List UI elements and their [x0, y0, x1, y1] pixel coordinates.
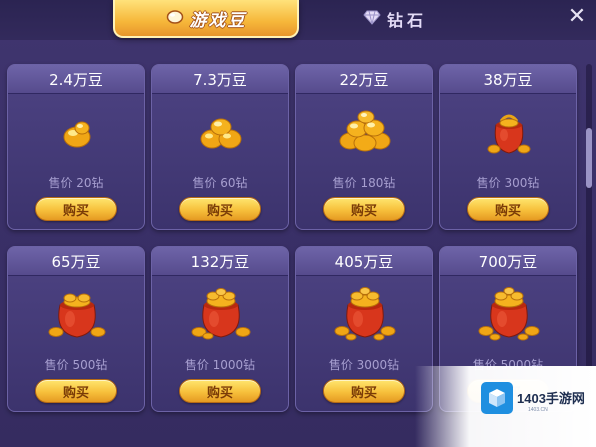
- buy-button[interactable]: 购买: [467, 197, 549, 221]
- product-price: 售价 1000钻: [184, 358, 256, 372]
- buy-button[interactable]: 购买: [179, 379, 261, 403]
- product-amount: 22万豆: [296, 65, 432, 94]
- product-price: 售价 60钻: [192, 176, 248, 190]
- product-amount: 132万豆: [152, 247, 288, 276]
- product-card: 65万豆 售价 500钻 购买: [7, 246, 145, 412]
- product-price: 售价 500钻: [44, 358, 108, 372]
- product-card: 38万豆 售价 300钻 购买: [439, 64, 577, 230]
- scrollbar-thumb[interactable]: [586, 128, 592, 188]
- buy-button[interactable]: 购买: [35, 379, 117, 403]
- product-price: 售价 20钻: [48, 176, 104, 190]
- product-card: 22万豆 售价 180钻 购买: [295, 64, 433, 230]
- product-amount: 38万豆: [440, 65, 576, 94]
- product-card: 7.3万豆 售价 60钻 购买: [151, 64, 289, 230]
- scrollbar-track[interactable]: [586, 64, 592, 394]
- product-amount: 65万豆: [8, 247, 144, 276]
- product-amount: 2.4万豆: [8, 65, 144, 94]
- gold-beans-medium-icon: [186, 103, 256, 159]
- buy-button[interactable]: 购买: [323, 197, 405, 221]
- product-card: 132万豆 售价 1000钻 购买: [151, 246, 289, 412]
- product-card: 405万豆 售价 3000钻 购买: [295, 246, 433, 412]
- watermark-subtext: 1403.CN: [528, 407, 548, 413]
- product-amount: 700万豆: [440, 247, 576, 276]
- buy-button[interactable]: 购买: [179, 197, 261, 221]
- bean-bag-icon: [474, 285, 544, 341]
- gold-beans-large-icon: [330, 103, 400, 159]
- bean-bag-small-icon: [474, 103, 544, 159]
- shop-panel: 游戏豆 钻石 ✕ 2.4万豆 售价 20钻 购买 7.3万豆 售价 60钻 购买…: [0, 0, 596, 447]
- bean-bag-icon: [42, 285, 112, 341]
- product-price: 售价 3000钻: [328, 358, 400, 372]
- buy-button[interactable]: 购买: [35, 197, 117, 221]
- watermark-text: 1403手游网: [517, 391, 585, 406]
- product-price: 售价 300钻: [476, 176, 540, 190]
- bean-bag-icon: [330, 285, 400, 341]
- product-amount: 405万豆: [296, 247, 432, 276]
- product-amount: 7.3万豆: [152, 65, 288, 94]
- buy-button[interactable]: 购买: [323, 379, 405, 403]
- gold-beans-small-icon: [42, 103, 112, 159]
- product-price: 售价 180钻: [332, 176, 396, 190]
- product-card: 2.4万豆 售价 20钻 购买: [7, 64, 145, 230]
- watermark-logo-icon: [480, 381, 514, 415]
- bean-bag-icon: [186, 285, 256, 341]
